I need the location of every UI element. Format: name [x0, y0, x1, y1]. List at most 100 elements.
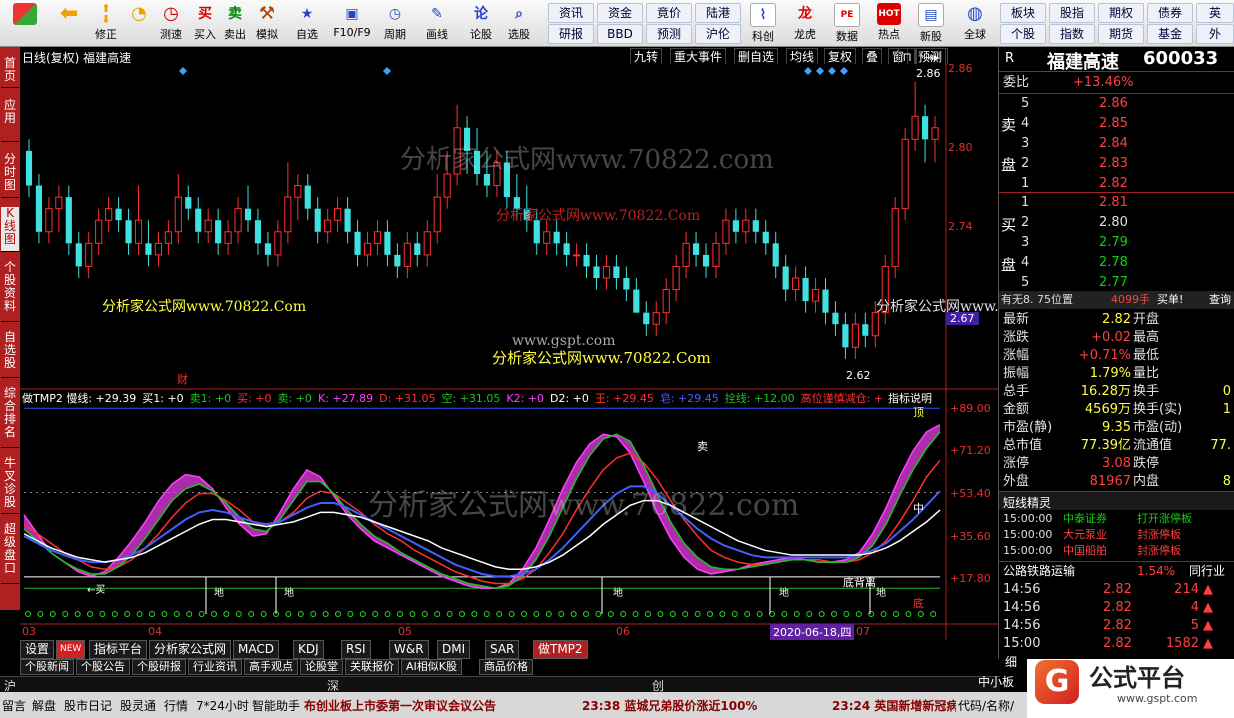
grid-hulun[interactable]: 沪伦	[695, 24, 741, 44]
left-tab-diagnose[interactable]: 牛叉诊股	[1, 457, 19, 514]
hot-button[interactable]: HOT 热点	[872, 2, 906, 44]
left-tab-kline[interactable]: K线图	[1, 207, 19, 252]
simulate-button[interactable]: ⚒ 模拟	[250, 2, 284, 44]
left-tab-timeshare[interactable]: 分时图	[1, 153, 19, 198]
indicator-tab[interactable]: W&R	[389, 640, 429, 659]
left-tab-home[interactable]: 首页	[1, 57, 19, 88]
elf-row[interactable]: 15:00:00 大元泵业 封涨停板	[999, 527, 1234, 543]
grid-guzhi[interactable]: 股指	[1049, 3, 1095, 23]
status-item[interactable]: 解盘	[32, 697, 56, 714]
stock-select-label: 选股	[508, 28, 530, 41]
info-tab[interactable]: 高手观点	[244, 659, 298, 675]
order-row[interactable]: 2 2.83	[999, 155, 1234, 173]
longhu-button[interactable]: 龙龙虎	[788, 2, 822, 44]
info-tab[interactable]: 个股新闻	[20, 659, 74, 675]
order-row[interactable]: 2 2.80	[999, 214, 1234, 232]
grid-bbd[interactable]: BBD	[597, 24, 643, 44]
info-tab[interactable]: 行业资讯	[188, 659, 242, 675]
left-tab-app[interactable]: 应用	[1, 99, 19, 142]
grid-zhaiquan[interactable]: 债券	[1147, 3, 1193, 23]
left-tab-superdisk[interactable]: 超级盘口	[1, 523, 19, 584]
grid-qiquan[interactable]: 期权	[1098, 3, 1144, 23]
grid-bankuai[interactable]: 板块	[1000, 3, 1046, 23]
indicator-tab[interactable]: KDJ	[293, 640, 324, 659]
draw-button[interactable]: ✎ 画线	[420, 2, 454, 44]
order-alert-bar[interactable]: 有无8. 75位置有 4099手 买单! 查询	[999, 291, 1234, 309]
watchlist-button[interactable]: ★ 自选	[290, 2, 324, 44]
grid-ying[interactable]: 英	[1196, 3, 1234, 23]
code-search-label[interactable]: 代码/名称/	[958, 697, 1024, 714]
stat-label: 振幅	[1003, 366, 1030, 381]
indicator-tab[interactable]: 设置	[20, 640, 55, 659]
grid-zijin[interactable]: 资金	[597, 3, 643, 23]
indicator-help-button[interactable]: 指标说明	[888, 390, 932, 406]
grid-zhishu[interactable]: 指数	[1049, 24, 1095, 44]
speedtest-button-2[interactable]: ◷ 测速	[154, 2, 188, 44]
elf-row[interactable]: 15:00:00 中泰证券 打开涨停板	[999, 511, 1234, 527]
indicator-tab[interactable]: 指标平台	[89, 640, 148, 659]
indicator-tab[interactable]: 分析家公式网	[149, 640, 232, 659]
grid-qihuo[interactable]: 期货	[1098, 24, 1144, 44]
order-row[interactable]: 3 2.84	[999, 135, 1234, 153]
indicator-tab[interactable]: MACD	[233, 640, 279, 659]
index-smb[interactable]: 中小板	[978, 673, 1014, 690]
detail-tab[interactable]: 细	[1005, 653, 1017, 670]
order-row[interactable]: 4 2.78	[999, 254, 1234, 272]
news-ticker[interactable]: 23:38 蓝城兄弟股价涨近100%	[582, 697, 757, 714]
status-item[interactable]: 股市日记	[64, 697, 112, 714]
grid-jijin[interactable]: 基金	[1147, 24, 1193, 44]
grid-yanbao[interactable]: 研报	[548, 24, 594, 44]
left-tab-profile[interactable]: 个股资料	[1, 261, 19, 322]
ipo-button[interactable]: ▤ 新股	[914, 2, 948, 44]
alert-query[interactable]: 查询	[1209, 291, 1231, 309]
global-button[interactable]: ◍ 全球	[958, 2, 992, 44]
grid-lugang[interactable]: 陆港	[695, 3, 741, 23]
elf-row[interactable]: 15:00:00 中国船舶 封涨停板	[999, 543, 1234, 559]
status-item[interactable]: 智能助手	[252, 697, 300, 714]
stock-select-button[interactable]: ⌕ 选股	[502, 2, 536, 44]
status-item[interactable]: 7*24小时	[196, 697, 249, 714]
order-row[interactable]: 1 2.81	[999, 194, 1234, 212]
info-tab[interactable]: 商品价格	[479, 659, 533, 675]
grid-jingjia[interactable]: 竟价	[646, 3, 692, 23]
data-button[interactable]: PE 数据	[830, 2, 864, 44]
status-item[interactable]: 行情	[164, 697, 188, 714]
grid-yuce[interactable]: 预测	[646, 24, 692, 44]
info-tab[interactable]: AI相似K股	[401, 659, 462, 675]
status-item[interactable]: 股灵通	[120, 697, 156, 714]
news-ticker[interactable]: 布创业板上市委第一次审议会议公告	[304, 697, 496, 714]
indicator-tab[interactable]: NEW	[56, 640, 86, 659]
indicator-tab[interactable]: 做TMP2	[533, 640, 588, 659]
order-row[interactable]: 4 2.85	[999, 115, 1234, 133]
indicator-tab[interactable]: DMI	[437, 640, 471, 659]
left-tab-ranking[interactable]: 综合排名	[1, 387, 19, 448]
order-row[interactable]: 1 2.82	[999, 175, 1234, 193]
status-item[interactable]: 留言	[2, 697, 26, 714]
home-icon[interactable]	[8, 2, 42, 44]
indicator-tab[interactable]: RSI	[341, 640, 371, 659]
sell-button[interactable]: 卖卖出	[218, 2, 252, 44]
stat-label-2: 流通值	[1133, 438, 1173, 453]
indicator-tab[interactable]: SAR	[485, 640, 520, 659]
order-row[interactable]: 3 2.79	[999, 234, 1234, 252]
period-button[interactable]: ◷ 周期	[378, 2, 412, 44]
back-button[interactable]: ⬅	[52, 2, 86, 44]
info-tab[interactable]: 论股堂	[300, 659, 343, 675]
info-tab[interactable]: 关联报价	[345, 659, 399, 675]
info-tab[interactable]: 个股公告	[76, 659, 130, 675]
order-row[interactable]: 5 2.77	[999, 274, 1234, 292]
news-ticker[interactable]: 23:24 英国新增新冠病	[832, 697, 956, 714]
modify-button[interactable]: ⬆ ⬇ 修正	[92, 2, 120, 44]
grid-gegu[interactable]: 个股	[1000, 24, 1046, 44]
industry-row[interactable]: 公路铁路运输 1.54% 同行业	[999, 561, 1234, 580]
grid-zixun[interactable]: 资讯	[548, 3, 594, 23]
info-tab[interactable]: 个股研报	[132, 659, 186, 675]
order-row[interactable]: 5 2.86	[999, 95, 1234, 113]
grid-wai[interactable]: 外	[1196, 24, 1234, 44]
forum-button[interactable]: 论论股	[464, 2, 498, 44]
f10-button[interactable]: ▣ F10/F9	[330, 2, 374, 44]
kechuang-button[interactable]: ⌇ 科创	[746, 2, 780, 44]
left-tab-watchlist[interactable]: 自选股	[1, 331, 19, 378]
speedtest-button[interactable]: ◔修正	[122, 2, 156, 44]
buy-button[interactable]: 买买入	[188, 2, 222, 44]
